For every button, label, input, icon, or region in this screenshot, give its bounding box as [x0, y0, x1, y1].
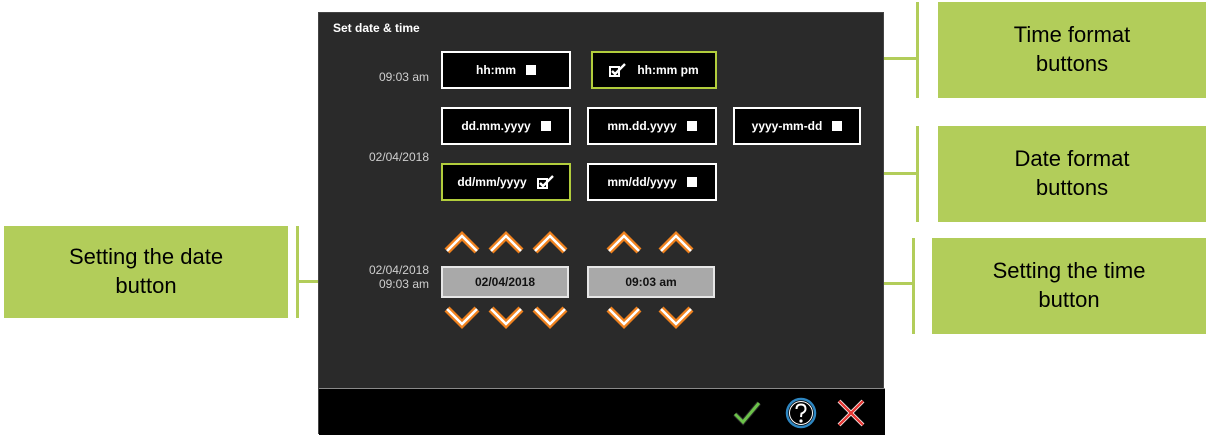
date-year-chevron-down-icon[interactable]: [531, 303, 569, 331]
connector-set-date-vertical: [296, 226, 299, 318]
callout-date-format-line1: Date format: [1014, 146, 1130, 172]
unchecked-box-icon: [832, 121, 843, 131]
time-format-hhmm-pm-label: hh:mm pm: [637, 63, 699, 77]
date-time-dialog: Set date & time 09:03 am 02/04/2018 hh:m…: [318, 12, 885, 435]
current-date-label: 02/04/2018: [368, 150, 429, 164]
connector-set-time-vertical: [912, 238, 915, 334]
set-date-button[interactable]: 02/04/2018: [441, 266, 569, 298]
callout-set-date-line2: button: [115, 273, 177, 298]
setter-time-label: 09:03 am: [378, 277, 429, 291]
time-format-hhmm-button[interactable]: hh:mm: [441, 51, 571, 89]
date-format-mm-dd-yyyy-slash-label: mm/dd/yyyy: [607, 175, 677, 189]
time-hour-chevron-down-icon[interactable]: [605, 303, 643, 331]
dialog-action-bar: [319, 388, 885, 435]
dialog-title: Set date & time: [333, 21, 420, 35]
callout-set-time: Setting the time button: [932, 238, 1206, 334]
callout-time-format: Time format buttons: [938, 2, 1206, 98]
date-month-chevron-down-icon[interactable]: [487, 303, 525, 331]
callout-set-date-line1: Setting the date: [68, 244, 224, 270]
time-format-hhmm-pm-button[interactable]: hh:mm pm: [591, 51, 717, 89]
date-day-chevron-down-icon[interactable]: [443, 303, 481, 331]
callout-date-format-line2: buttons: [1035, 175, 1109, 200]
current-time-label: 09:03 am: [378, 70, 429, 84]
date-format-dd-mm-yyyy-slash-button[interactable]: dd/mm/yyyy: [441, 163, 571, 201]
unchecked-box-icon: [686, 121, 697, 131]
checkbox-checked-icon: [609, 63, 627, 77]
time-minute-chevron-up-icon[interactable]: [657, 229, 695, 257]
date-year-chevron-up-icon[interactable]: [531, 229, 569, 257]
time-hour-chevron-up-icon[interactable]: [605, 229, 643, 257]
help-icon[interactable]: [785, 397, 817, 429]
unchecked-box-icon: [686, 177, 697, 187]
date-format-dd-mm-yyyy-slash-label: dd/mm/yyyy: [457, 175, 527, 189]
callout-set-time-line2: button: [1038, 287, 1100, 312]
set-time-button[interactable]: 09:03 am: [587, 266, 715, 298]
connector-time-format-vertical: [916, 2, 919, 98]
date-format-mm-dd-yyyy-slash-button[interactable]: mm/dd/yyyy: [587, 163, 717, 201]
time-minute-chevron-down-icon[interactable]: [657, 303, 695, 331]
callout-date-format: Date format buttons: [938, 126, 1206, 222]
unchecked-box-icon: [540, 121, 551, 131]
date-format-mm-dd-yyyy-dot-button[interactable]: mm.dd.yyyy: [587, 107, 717, 145]
time-format-hhmm-label: hh:mm: [476, 63, 516, 77]
callout-time-format-line1: Time format: [1013, 22, 1131, 48]
date-month-chevron-up-icon[interactable]: [487, 229, 525, 257]
setter-date-label: 02/04/2018: [368, 263, 429, 277]
date-format-mm-dd-yyyy-dot-label: mm.dd.yyyy: [607, 119, 677, 133]
close-icon[interactable]: [835, 397, 867, 429]
check-icon[interactable]: [731, 397, 763, 429]
date-format-yyyy-mm-dd-label: yyyy-mm-dd: [751, 119, 823, 133]
date-format-dd-mm-yyyy-dot-button[interactable]: dd.mm.yyyy: [441, 107, 571, 145]
date-format-yyyy-mm-dd-button[interactable]: yyyy-mm-dd: [733, 107, 861, 145]
callout-time-format-line2: buttons: [1035, 51, 1109, 76]
callout-set-date: Setting the date button: [4, 226, 288, 318]
checkbox-checked-icon: [536, 175, 554, 189]
callout-set-time-line1: Setting the time: [992, 258, 1146, 284]
unchecked-box-icon: [526, 65, 536, 75]
date-format-dd-mm-yyyy-dot-label: dd.mm.yyyy: [461, 119, 531, 133]
date-day-chevron-up-icon[interactable]: [443, 229, 481, 257]
